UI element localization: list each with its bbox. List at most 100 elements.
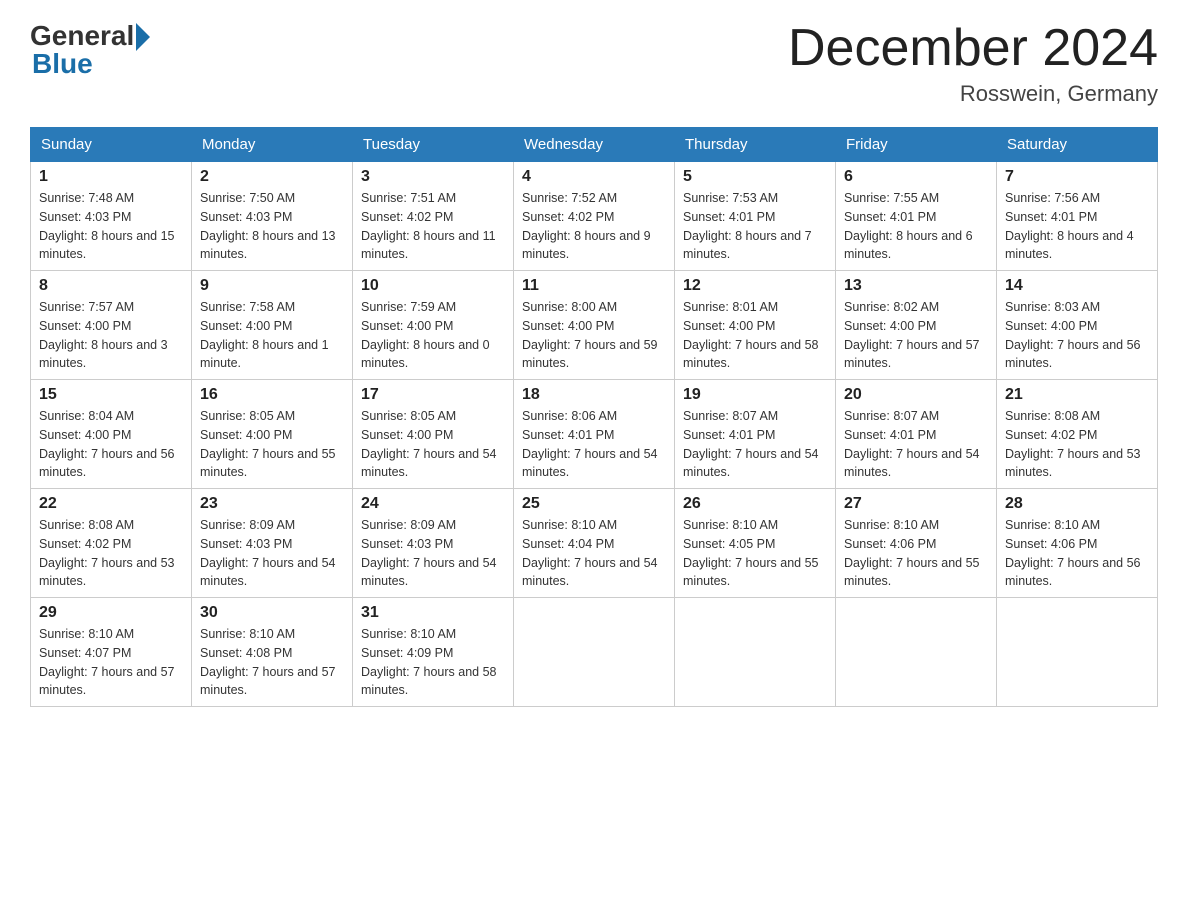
day-info: Sunrise: 7:52 AM Sunset: 4:02 PM Dayligh…	[522, 189, 666, 264]
day-info: Sunrise: 7:53 AM Sunset: 4:01 PM Dayligh…	[683, 189, 827, 264]
calendar-cell: 21 Sunrise: 8:08 AM Sunset: 4:02 PM Dayl…	[997, 380, 1158, 489]
day-info: Sunrise: 8:10 AM Sunset: 4:07 PM Dayligh…	[39, 625, 183, 700]
calendar-cell: 12 Sunrise: 8:01 AM Sunset: 4:00 PM Dayl…	[675, 271, 836, 380]
calendar-cell: 20 Sunrise: 8:07 AM Sunset: 4:01 PM Dayl…	[836, 380, 997, 489]
calendar-cell	[514, 598, 675, 707]
calendar-table: SundayMondayTuesdayWednesdayThursdayFrid…	[30, 127, 1158, 707]
calendar-cell	[836, 598, 997, 707]
day-info: Sunrise: 8:07 AM Sunset: 4:01 PM Dayligh…	[683, 407, 827, 482]
weekday-header-thursday: Thursday	[675, 128, 836, 162]
calendar-cell: 11 Sunrise: 8:00 AM Sunset: 4:00 PM Dayl…	[514, 271, 675, 380]
logo: General Blue	[30, 20, 150, 80]
day-number: 21	[1005, 386, 1149, 404]
month-title: December 2024	[788, 20, 1158, 77]
day-number: 13	[844, 277, 988, 295]
day-number: 23	[200, 495, 344, 513]
day-number: 14	[1005, 277, 1149, 295]
calendar-cell: 8 Sunrise: 7:57 AM Sunset: 4:00 PM Dayli…	[31, 271, 192, 380]
weekday-header-friday: Friday	[836, 128, 997, 162]
day-info: Sunrise: 8:05 AM Sunset: 4:00 PM Dayligh…	[200, 407, 344, 482]
day-info: Sunrise: 8:10 AM Sunset: 4:06 PM Dayligh…	[1005, 516, 1149, 591]
calendar-week-row: 15 Sunrise: 8:04 AM Sunset: 4:00 PM Dayl…	[31, 380, 1158, 489]
weekday-header-sunday: Sunday	[31, 128, 192, 162]
day-info: Sunrise: 7:55 AM Sunset: 4:01 PM Dayligh…	[844, 189, 988, 264]
calendar-cell: 7 Sunrise: 7:56 AM Sunset: 4:01 PM Dayli…	[997, 162, 1158, 271]
day-number: 20	[844, 386, 988, 404]
day-number: 29	[39, 604, 183, 622]
calendar-week-row: 8 Sunrise: 7:57 AM Sunset: 4:00 PM Dayli…	[31, 271, 1158, 380]
day-number: 8	[39, 277, 183, 295]
calendar-week-row: 1 Sunrise: 7:48 AM Sunset: 4:03 PM Dayli…	[31, 162, 1158, 271]
weekday-header-wednesday: Wednesday	[514, 128, 675, 162]
day-info: Sunrise: 7:57 AM Sunset: 4:00 PM Dayligh…	[39, 298, 183, 373]
calendar-cell: 27 Sunrise: 8:10 AM Sunset: 4:06 PM Dayl…	[836, 489, 997, 598]
day-number: 1	[39, 168, 183, 186]
day-number: 6	[844, 168, 988, 186]
calendar-cell: 17 Sunrise: 8:05 AM Sunset: 4:00 PM Dayl…	[353, 380, 514, 489]
weekday-header-saturday: Saturday	[997, 128, 1158, 162]
page-header: General Blue December 2024 Rosswein, Ger…	[30, 20, 1158, 107]
calendar-cell: 4 Sunrise: 7:52 AM Sunset: 4:02 PM Dayli…	[514, 162, 675, 271]
day-number: 2	[200, 168, 344, 186]
day-number: 31	[361, 604, 505, 622]
day-info: Sunrise: 8:01 AM Sunset: 4:00 PM Dayligh…	[683, 298, 827, 373]
calendar-cell: 24 Sunrise: 8:09 AM Sunset: 4:03 PM Dayl…	[353, 489, 514, 598]
day-number: 3	[361, 168, 505, 186]
calendar-cell: 6 Sunrise: 7:55 AM Sunset: 4:01 PM Dayli…	[836, 162, 997, 271]
day-number: 27	[844, 495, 988, 513]
day-number: 30	[200, 604, 344, 622]
calendar-cell: 19 Sunrise: 8:07 AM Sunset: 4:01 PM Dayl…	[675, 380, 836, 489]
calendar-cell: 29 Sunrise: 8:10 AM Sunset: 4:07 PM Dayl…	[31, 598, 192, 707]
day-info: Sunrise: 8:09 AM Sunset: 4:03 PM Dayligh…	[361, 516, 505, 591]
day-info: Sunrise: 7:51 AM Sunset: 4:02 PM Dayligh…	[361, 189, 505, 264]
day-info: Sunrise: 7:58 AM Sunset: 4:00 PM Dayligh…	[200, 298, 344, 373]
day-info: Sunrise: 8:06 AM Sunset: 4:01 PM Dayligh…	[522, 407, 666, 482]
day-info: Sunrise: 8:10 AM Sunset: 4:08 PM Dayligh…	[200, 625, 344, 700]
day-number: 25	[522, 495, 666, 513]
day-info: Sunrise: 7:48 AM Sunset: 4:03 PM Dayligh…	[39, 189, 183, 264]
day-number: 4	[522, 168, 666, 186]
day-number: 18	[522, 386, 666, 404]
calendar-cell: 3 Sunrise: 7:51 AM Sunset: 4:02 PM Dayli…	[353, 162, 514, 271]
day-info: Sunrise: 8:00 AM Sunset: 4:00 PM Dayligh…	[522, 298, 666, 373]
day-number: 16	[200, 386, 344, 404]
calendar-cell: 2 Sunrise: 7:50 AM Sunset: 4:03 PM Dayli…	[192, 162, 353, 271]
day-info: Sunrise: 7:56 AM Sunset: 4:01 PM Dayligh…	[1005, 189, 1149, 264]
day-info: Sunrise: 8:05 AM Sunset: 4:00 PM Dayligh…	[361, 407, 505, 482]
weekday-header-tuesday: Tuesday	[353, 128, 514, 162]
day-info: Sunrise: 8:10 AM Sunset: 4:04 PM Dayligh…	[522, 516, 666, 591]
day-info: Sunrise: 8:08 AM Sunset: 4:02 PM Dayligh…	[1005, 407, 1149, 482]
logo-blue-text: Blue	[32, 48, 93, 80]
calendar-cell: 30 Sunrise: 8:10 AM Sunset: 4:08 PM Dayl…	[192, 598, 353, 707]
location-subtitle: Rosswein, Germany	[788, 81, 1158, 107]
day-info: Sunrise: 8:10 AM Sunset: 4:06 PM Dayligh…	[844, 516, 988, 591]
day-info: Sunrise: 8:02 AM Sunset: 4:00 PM Dayligh…	[844, 298, 988, 373]
calendar-cell: 23 Sunrise: 8:09 AM Sunset: 4:03 PM Dayl…	[192, 489, 353, 598]
calendar-cell: 14 Sunrise: 8:03 AM Sunset: 4:00 PM Dayl…	[997, 271, 1158, 380]
calendar-week-row: 29 Sunrise: 8:10 AM Sunset: 4:07 PM Dayl…	[31, 598, 1158, 707]
calendar-week-row: 22 Sunrise: 8:08 AM Sunset: 4:02 PM Dayl…	[31, 489, 1158, 598]
calendar-cell: 28 Sunrise: 8:10 AM Sunset: 4:06 PM Dayl…	[997, 489, 1158, 598]
day-info: Sunrise: 8:09 AM Sunset: 4:03 PM Dayligh…	[200, 516, 344, 591]
calendar-cell: 31 Sunrise: 8:10 AM Sunset: 4:09 PM Dayl…	[353, 598, 514, 707]
calendar-cell: 9 Sunrise: 7:58 AM Sunset: 4:00 PM Dayli…	[192, 271, 353, 380]
day-info: Sunrise: 8:10 AM Sunset: 4:09 PM Dayligh…	[361, 625, 505, 700]
day-number: 24	[361, 495, 505, 513]
day-number: 26	[683, 495, 827, 513]
calendar-cell	[997, 598, 1158, 707]
calendar-cell: 16 Sunrise: 8:05 AM Sunset: 4:00 PM Dayl…	[192, 380, 353, 489]
day-info: Sunrise: 7:59 AM Sunset: 4:00 PM Dayligh…	[361, 298, 505, 373]
day-info: Sunrise: 8:10 AM Sunset: 4:05 PM Dayligh…	[683, 516, 827, 591]
weekday-header-row: SundayMondayTuesdayWednesdayThursdayFrid…	[31, 128, 1158, 162]
day-info: Sunrise: 8:07 AM Sunset: 4:01 PM Dayligh…	[844, 407, 988, 482]
calendar-cell: 18 Sunrise: 8:06 AM Sunset: 4:01 PM Dayl…	[514, 380, 675, 489]
day-info: Sunrise: 8:04 AM Sunset: 4:00 PM Dayligh…	[39, 407, 183, 482]
day-number: 22	[39, 495, 183, 513]
day-number: 12	[683, 277, 827, 295]
calendar-cell: 22 Sunrise: 8:08 AM Sunset: 4:02 PM Dayl…	[31, 489, 192, 598]
day-number: 10	[361, 277, 505, 295]
day-number: 7	[1005, 168, 1149, 186]
day-number: 17	[361, 386, 505, 404]
title-block: December 2024 Rosswein, Germany	[788, 20, 1158, 107]
day-number: 5	[683, 168, 827, 186]
